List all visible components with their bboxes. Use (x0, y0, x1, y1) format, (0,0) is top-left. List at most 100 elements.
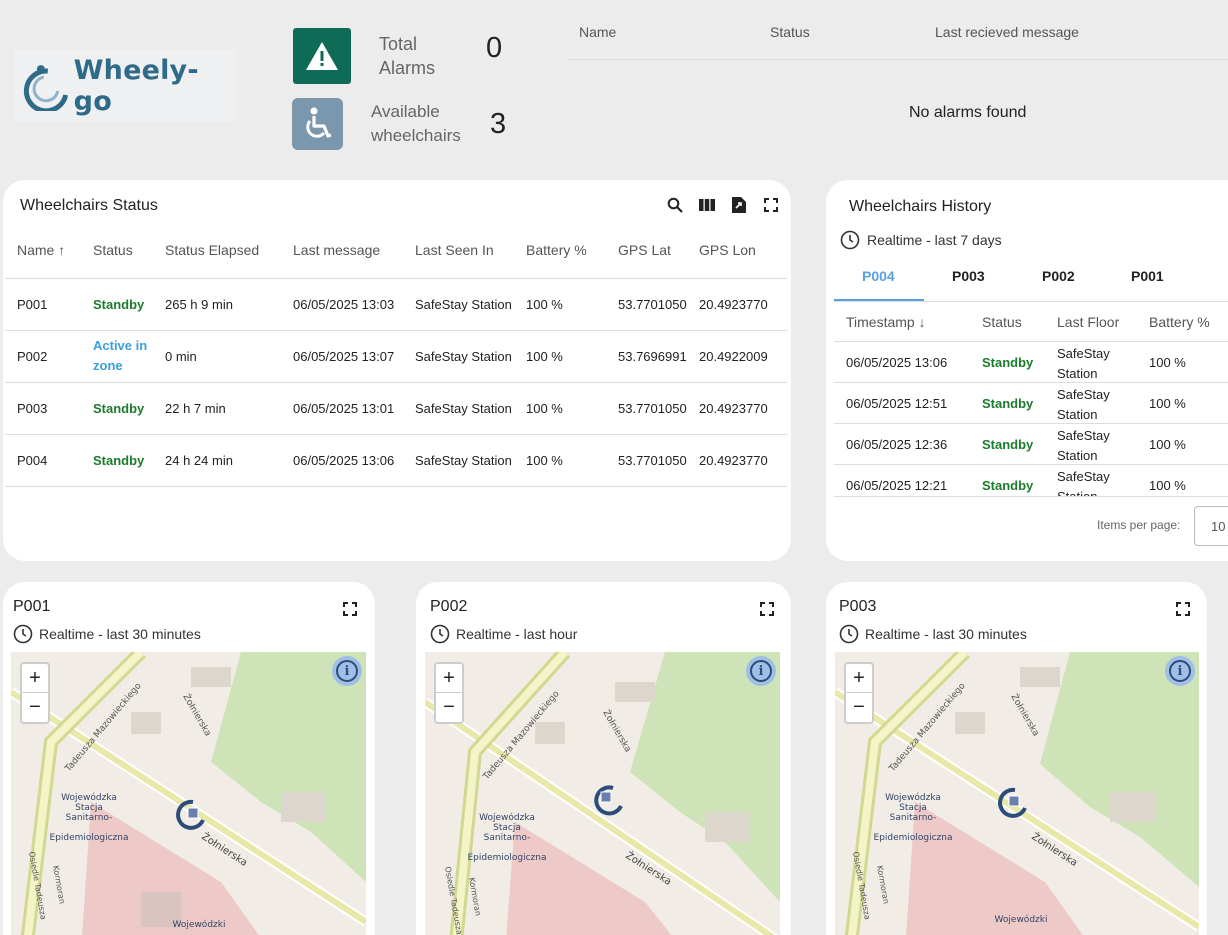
history-col-timestamp[interactable]: Timestamp ↓ (846, 314, 926, 330)
zoom-control: + − (844, 662, 874, 724)
zoom-in-button[interactable]: + (846, 664, 872, 693)
svg-text:Stacja: Stacja (899, 803, 927, 813)
clock-icon (13, 624, 33, 644)
history-col-status[interactable]: Status (982, 314, 1022, 330)
status-badge: Standby (982, 437, 1034, 452)
history-panel-title: Wheelchairs History (849, 198, 992, 215)
history-col-battery[interactable]: Battery % (1149, 314, 1210, 330)
svg-text:Wojewódzka: Wojewódzka (61, 792, 117, 803)
tab-p002[interactable]: P002 (1042, 268, 1075, 284)
zoom-in-button[interactable]: + (22, 664, 48, 693)
sort-ascending-icon: ↑ (58, 242, 66, 258)
wheelchairs-status-panel: Wheelchairs Status Name ↑ Status Status … (3, 180, 791, 561)
wheelchair-logo-icon (23, 65, 69, 111)
map-range: Realtime - last hour (430, 624, 577, 644)
clock-icon (839, 624, 859, 644)
col-last-seen[interactable]: Last Seen In (415, 242, 494, 258)
svg-text:Epidemiologiczna: Epidemiologiczna (873, 833, 952, 843)
svg-text:Wojewódzki: Wojewódzki (995, 914, 1048, 925)
status-badge: Standby (982, 396, 1034, 411)
svg-text:Wojewódzka: Wojewódzka (479, 812, 535, 823)
history-range: Realtime - last 7 days (840, 230, 1002, 250)
history-col-floor[interactable]: Last Floor (1057, 314, 1119, 330)
sort-descending-icon: ↓ (918, 314, 926, 330)
zoom-control: + − (20, 662, 50, 724)
items-per-page-select[interactable]: 10 (1194, 506, 1228, 546)
status-badge: Standby (93, 453, 145, 468)
wheelchair-accessible-icon (292, 98, 343, 150)
svg-text:Sanitarno-: Sanitarno- (66, 813, 113, 823)
zoom-out-button[interactable]: − (846, 693, 872, 722)
table-row[interactable]: 06/05/2025 12:21 Standby SafeStayStation… (826, 464, 1228, 496)
status-badge: Standby (93, 297, 145, 312)
columns-icon[interactable] (698, 196, 716, 214)
items-per-page-label: Items per page: (1097, 518, 1181, 532)
col-status[interactable]: Status (93, 242, 133, 258)
status-panel-title: Wheelchairs Status (20, 197, 158, 214)
map-view[interactable]: Tadeusza Mazowieckiego Żołnierska Żołnie… (425, 652, 780, 935)
info-icon[interactable]: i (746, 656, 776, 686)
fullscreen-icon[interactable] (343, 602, 359, 618)
col-battery[interactable]: Battery % (526, 242, 587, 258)
map-view[interactable]: Tadeusza Mazowieckiego Żołnierska Żołnie… (11, 652, 366, 935)
alarms-col-status[interactable]: Status (770, 24, 810, 40)
map-tiles: Tadeusza Mazowieckiego Żołnierska Żołnie… (425, 652, 780, 935)
svg-text:Wojewódzki: Wojewódzki (173, 919, 226, 930)
map-card-p003: P003 Realtime - last 30 minutes Tadeusza… (826, 582, 1207, 935)
svg-text:Epidemiologiczna: Epidemiologiczna (49, 833, 128, 843)
zoom-in-button[interactable]: + (436, 664, 462, 693)
map-card-p001: P001 Realtime - last 30 minutes Tadeusza… (3, 582, 375, 935)
svg-text:Stacja: Stacja (75, 803, 103, 813)
map-title: P001 (13, 598, 51, 615)
col-name[interactable]: Name ↑ (17, 242, 65, 258)
map-range: Realtime - last 30 minutes (839, 624, 1027, 644)
info-icon[interactable]: i (332, 656, 362, 686)
zoom-out-button[interactable]: − (22, 693, 48, 722)
map-tiles: Tadeusza Mazowieckiego Żołnierska Żołnie… (11, 652, 366, 935)
col-last-message[interactable]: Last message (293, 242, 380, 258)
map-tiles: Tadeusza Mazowieckiego Żołnierska Żołnie… (835, 652, 1199, 935)
available-wheelchairs-label: Available wheelchairs (371, 102, 461, 145)
zoom-out-button[interactable]: − (436, 693, 462, 722)
history-tabs: P004 P003 P002 P001 (834, 266, 1228, 302)
zoom-control: + − (434, 662, 464, 724)
col-gps-lat[interactable]: GPS Lat (618, 242, 671, 258)
clock-icon (840, 230, 860, 250)
logo-text: Wheely-go (73, 55, 199, 117)
alarms-col-name[interactable]: Name (579, 24, 616, 40)
alarms-empty-message: No alarms found (909, 104, 1027, 121)
tab-p001[interactable]: P001 (1131, 268, 1164, 284)
available-wheelchairs-value: 3 (490, 108, 507, 140)
fullscreen-icon[interactable] (760, 602, 776, 618)
fullscreen-icon[interactable] (1176, 602, 1192, 618)
info-icon[interactable]: i (1165, 656, 1195, 686)
wheelchairs-history-panel: Wheelchairs History Realtime - last 7 da… (826, 180, 1228, 561)
map-view[interactable]: Tadeusza Mazowieckiego Żołnierska Żołnie… (835, 652, 1199, 935)
clock-icon (430, 624, 450, 644)
tab-p004[interactable]: P004 (862, 268, 895, 284)
map-range: Realtime - last 30 minutes (13, 624, 201, 644)
alarm-warning-icon (293, 28, 351, 84)
map-title: P002 (430, 598, 468, 615)
status-badge: Active in zone (93, 338, 148, 373)
tab-p003[interactable]: P003 (952, 268, 985, 284)
status-badge: Standby (982, 355, 1034, 370)
fullscreen-icon[interactable] (762, 196, 780, 214)
map-card-p002: P002 Realtime - last hour Tadeusza Mazow… (416, 582, 791, 935)
export-file-icon[interactable] (730, 196, 748, 214)
search-icon[interactable] (666, 196, 684, 214)
map-title: P003 (839, 598, 877, 615)
status-badge: Standby (93, 401, 145, 416)
total-alarms-label: Total Alarms (379, 34, 436, 78)
col-gps-lon[interactable]: GPS Lon (699, 242, 756, 258)
svg-text:Epidemiologiczna: Epidemiologiczna (467, 853, 546, 863)
status-badge: Standby (982, 478, 1034, 493)
svg-text:Sanitarno-: Sanitarno- (890, 813, 937, 823)
col-status-elapsed[interactable]: Status Elapsed (165, 242, 259, 258)
svg-text:Sanitarno-: Sanitarno- (484, 833, 531, 843)
svg-text:Stacja: Stacja (493, 823, 521, 833)
svg-text:Wojewódzka: Wojewódzka (885, 792, 941, 803)
app-logo: Wheely-go (14, 50, 236, 122)
alarms-col-last-message[interactable]: Last recieved message (935, 24, 1079, 40)
alarms-table-header: Name Status Last recieved message (567, 14, 1228, 60)
